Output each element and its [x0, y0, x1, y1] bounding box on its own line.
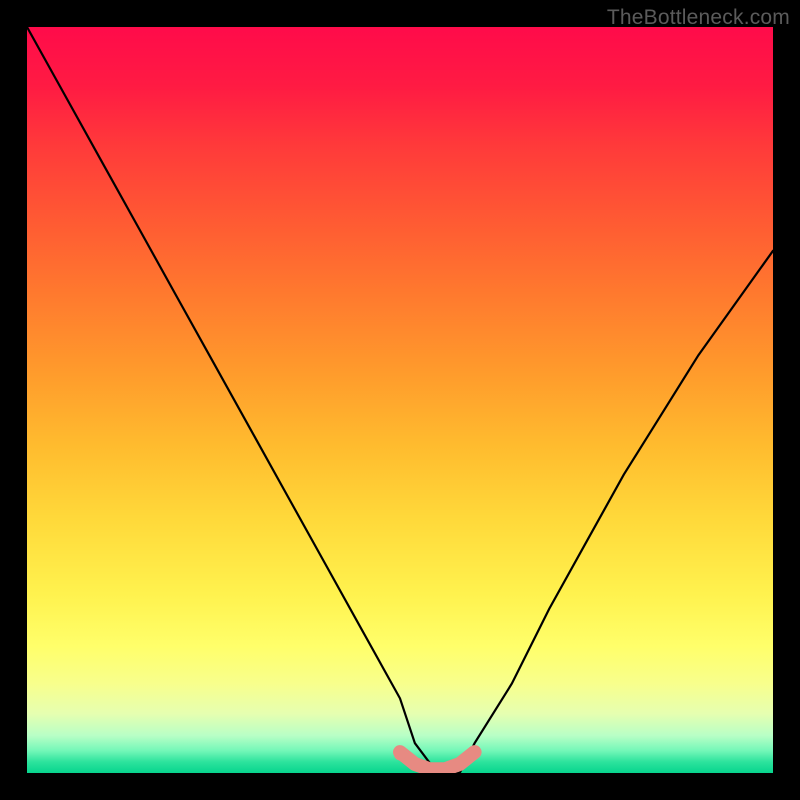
plot-area	[27, 27, 773, 773]
bottleneck-curve	[27, 27, 773, 773]
curve-layer	[27, 27, 773, 773]
sweet-spot-marker	[400, 752, 475, 769]
watermark-text: TheBottleneck.com	[607, 6, 790, 30]
chart-frame: TheBottleneck.com	[0, 0, 800, 800]
sweet-spot-dot	[394, 748, 406, 760]
